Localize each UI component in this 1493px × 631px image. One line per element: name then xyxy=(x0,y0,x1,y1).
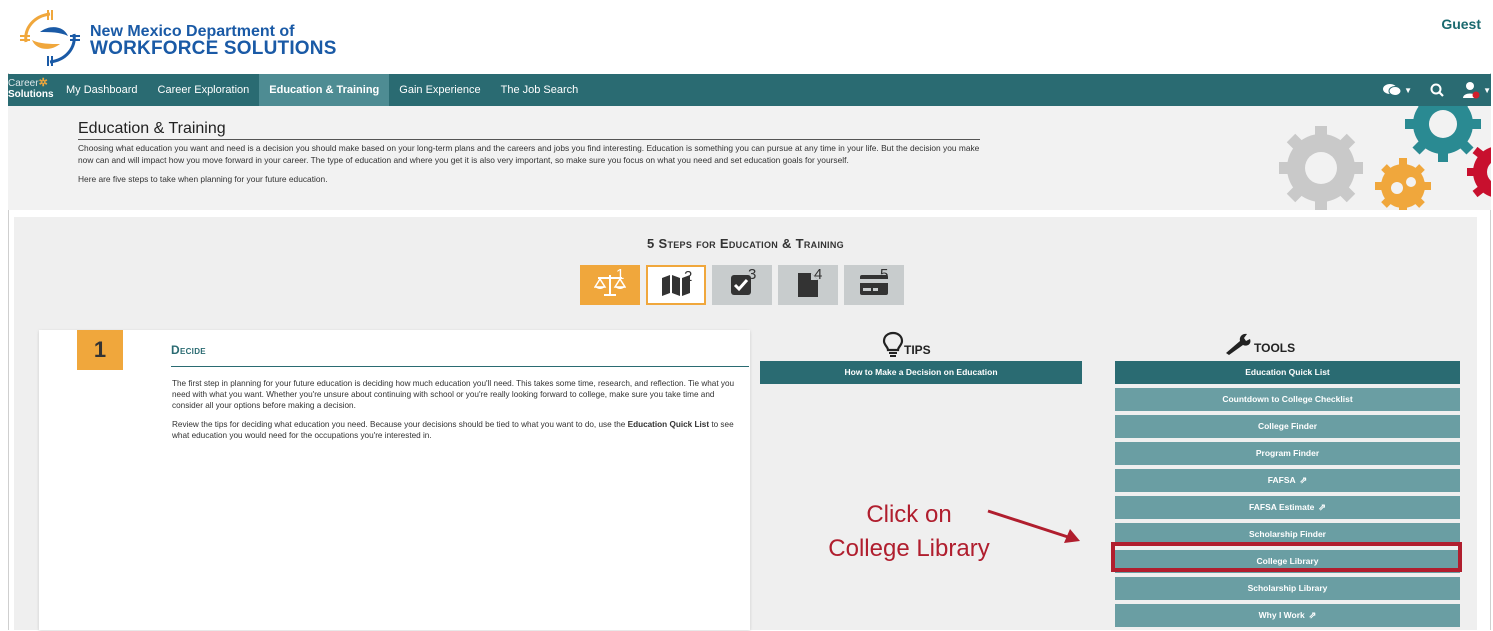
tool-college-finder[interactable]: College Finder xyxy=(1115,415,1460,438)
search-icon[interactable] xyxy=(1430,83,1444,97)
intro-paragraph: Choosing what education you want and nee… xyxy=(78,143,980,165)
tips-heading-label: TIPS xyxy=(904,343,931,357)
tool-fafsa-estimate-label: FAFSA Estimate xyxy=(1249,502,1315,512)
tool-fafsa-estimate[interactable]: FAFSA Estimate ⇗ xyxy=(1115,496,1460,519)
step-number-badge: 1 xyxy=(77,330,123,370)
nav-item-gain-experience[interactable]: Gain Experience xyxy=(389,74,490,106)
tool-fafsa-label: FAFSA xyxy=(1267,475,1296,485)
external-link-icon: ⇗ xyxy=(1308,610,1317,620)
step-1-button[interactable]: 1 xyxy=(580,265,640,305)
wrench-icon xyxy=(1226,333,1251,355)
intro-section: Education & Training Choosing what educa… xyxy=(8,106,1491,210)
brand-line2: Solutions xyxy=(8,89,54,100)
brand-gear-icon: ✲ xyxy=(38,77,48,89)
page-title: Education & Training xyxy=(78,120,980,140)
tools-heading: TOOLS xyxy=(1224,333,1295,355)
steps-section: 5 Steps for Education & Training 1 2 3 4… xyxy=(14,217,1477,630)
tool-scholarship-library[interactable]: Scholarship Library xyxy=(1115,577,1460,600)
card-body: The first step in planning for your futu… xyxy=(172,378,747,449)
education-quick-list-link[interactable]: Education Quick List xyxy=(628,420,709,429)
nav-item-my-dashboard[interactable]: My Dashboard xyxy=(56,74,148,106)
tool-program-finder[interactable]: Program Finder xyxy=(1115,442,1460,465)
nm-workforce-logo[interactable] xyxy=(20,10,80,66)
gears-illustration xyxy=(1279,106,1491,210)
nav-right-tools: ▼ ▼ xyxy=(1365,74,1491,106)
external-link-icon: ⇗ xyxy=(1318,502,1326,512)
step-5-button[interactable]: 5 xyxy=(844,265,904,305)
step-number: 2 xyxy=(684,268,693,285)
chat-icon[interactable]: ▼ xyxy=(1383,83,1412,97)
step-3-button[interactable]: 3 xyxy=(712,265,772,305)
org-name[interactable]: New Mexico Department of WORKFORCE SOLUT… xyxy=(90,23,337,59)
step-number: 5 xyxy=(880,266,889,283)
chevron-down-icon: ▼ xyxy=(1483,85,1491,95)
card-divider xyxy=(171,366,749,367)
tool-education-quick-list[interactable]: Education Quick List xyxy=(1115,361,1460,384)
career-solutions-brand[interactable]: Career✲ Solutions xyxy=(8,77,54,101)
decide-card: 1 Decide The first step in planning for … xyxy=(39,330,750,630)
tip-link-decision-education[interactable]: How to Make a Decision on Education xyxy=(760,361,1082,384)
org-name-line2: WORKFORCE SOLUTIONS xyxy=(90,38,337,59)
tool-fafsa[interactable]: FAFSA ⇗ xyxy=(1115,469,1460,492)
intro-body: Choosing what education you want and nee… xyxy=(78,143,983,194)
brand-line1: Career xyxy=(8,78,39,89)
tool-countdown-college-checklist[interactable]: Countdown to College Checklist xyxy=(1115,388,1460,411)
college-library-highlight-box xyxy=(1111,542,1462,572)
tools-heading-label: TOOLS xyxy=(1254,341,1296,355)
site-header: New Mexico Department of WORKFORCE SOLUT… xyxy=(8,0,1491,73)
step-4-button[interactable]: 4 xyxy=(778,265,838,305)
external-link-icon: ⇗ xyxy=(1299,475,1308,485)
step-number: 3 xyxy=(748,266,757,283)
chevron-down-icon: ▼ xyxy=(1404,85,1413,95)
card-text: Review the tips for deciding what educat… xyxy=(172,420,628,429)
step-number: 1 xyxy=(616,266,625,283)
tips-heading: TIPS xyxy=(882,331,931,357)
step-2-button[interactable]: 2 xyxy=(646,265,706,305)
step-number: 4 xyxy=(814,266,823,283)
steps-row: 1 2 3 4 5 xyxy=(580,265,910,305)
nav-items: My Dashboard Career Exploration Educatio… xyxy=(56,74,588,106)
main-nav: Career✲ Solutions My Dashboard Career Ex… xyxy=(8,74,1491,106)
nav-item-career-exploration[interactable]: Career Exploration xyxy=(148,74,260,106)
tool-why-i-work-label: Why I Work xyxy=(1258,610,1305,620)
guest-user-link[interactable]: Guest xyxy=(1441,16,1481,32)
steps-title: 5 Steps for Education & Training xyxy=(647,236,844,251)
tool-why-i-work[interactable]: Why I Work ⇗ xyxy=(1115,604,1460,627)
nav-item-education-training[interactable]: Education & Training xyxy=(259,74,390,106)
annotation-arrow-icon xyxy=(987,509,1080,543)
intro-paragraph: Here are five steps to take when plannin… xyxy=(78,174,328,184)
tools-list: Education Quick List Countdown to Colleg… xyxy=(1115,361,1460,631)
user-icon[interactable]: ▼ xyxy=(1462,81,1491,99)
card-paragraph: Review the tips for deciding what educat… xyxy=(172,419,747,441)
card-title: Decide xyxy=(171,343,206,357)
nav-item-job-search[interactable]: The Job Search xyxy=(491,74,589,106)
card-paragraph: The first step in planning for your futu… xyxy=(172,379,735,410)
lightbulb-icon xyxy=(882,331,904,357)
